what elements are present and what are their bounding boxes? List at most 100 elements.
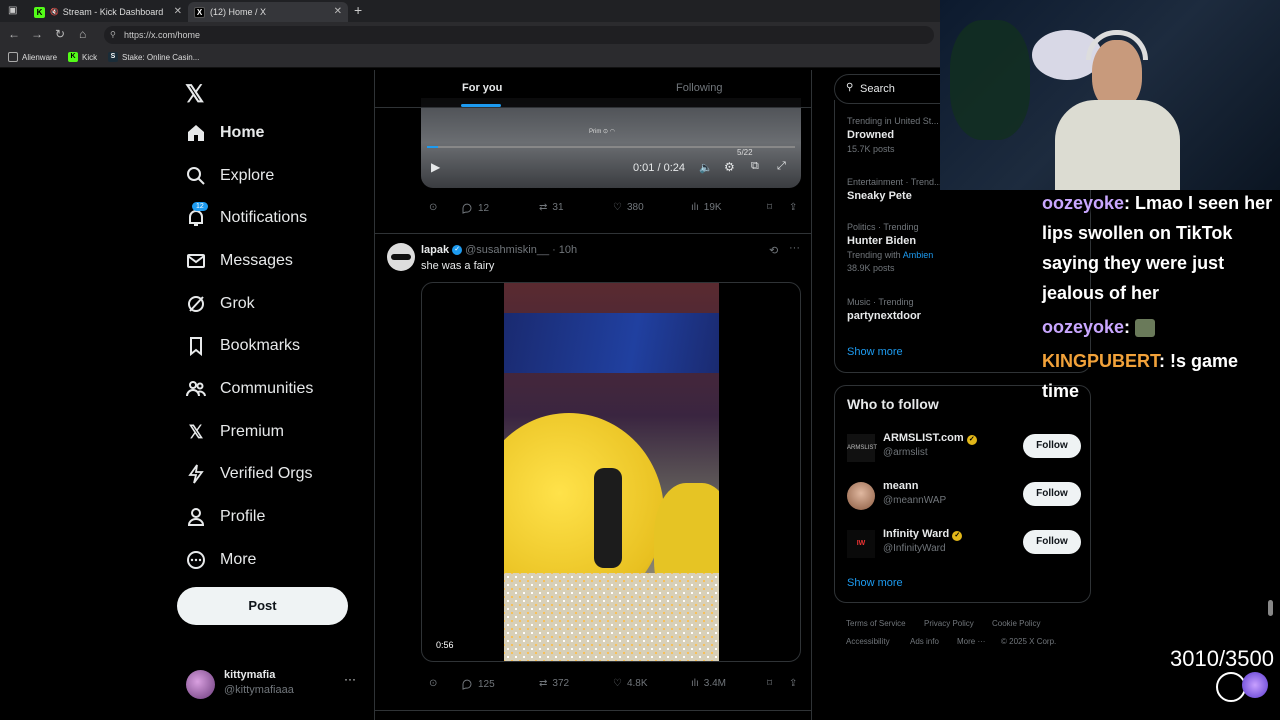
follow-suggestion[interactable]: ARMSLIST ARMSLIST.com ✓ @armslist Follow [847, 430, 1083, 470]
tab-x-home[interactable]: X (12) Home / X ✕ [188, 2, 348, 22]
picture-in-picture-icon[interactable]: ⧉ [751, 160, 759, 173]
footer-link[interactable]: Privacy Policy [924, 619, 974, 628]
reply-button[interactable]: 125 [461, 678, 495, 690]
nav-bookmarks[interactable]: Bookmarks [186, 336, 300, 356]
trend-item[interactable]: Music · Trending partynextdoor [847, 297, 921, 322]
views-button[interactable]: ılı 19K [691, 202, 722, 213]
footer-more-link[interactable]: More ··· [957, 637, 985, 646]
reply-button[interactable]: 12 [461, 202, 489, 214]
bell-icon: 12 [186, 202, 208, 228]
trend-item[interactable]: Politics · Trending Hunter Biden Trendin… [847, 222, 933, 273]
nav-notifications[interactable]: 12 Notifications [186, 202, 307, 228]
url-field[interactable]: ⚲ https://x.com/home [104, 26, 934, 44]
author-name[interactable]: lapak [421, 244, 449, 256]
nav-label: Communities [220, 380, 314, 397]
video-progress-fill [427, 146, 439, 148]
assistant-orb-icon[interactable] [1242, 672, 1268, 698]
account-name: kittymafia [224, 669, 276, 681]
home-browser-icon[interactable]: ⌂ [79, 27, 86, 41]
settings-gear-icon[interactable]: ⚙ [724, 160, 735, 174]
post-actions: ⊙ 12 ⇄ 31 ♡ 380 ılı 19K ⌑ ⇪ [427, 200, 807, 220]
nav-communities[interactable]: Communities [186, 379, 313, 399]
nav-home[interactable]: Home [186, 123, 264, 143]
reload-icon[interactable]: ↻ [55, 27, 65, 41]
nav-more[interactable]: More [186, 550, 256, 570]
folder-icon [8, 52, 18, 62]
follow-suggestion[interactable]: meann @meannWAP Follow [847, 478, 1083, 518]
x-logo-icon[interactable]: 𝕏 [185, 80, 204, 109]
shirt-shape [1055, 100, 1180, 190]
avatar[interactable] [387, 243, 415, 271]
muted-speaker-icon[interactable]: 🔇 [50, 8, 59, 16]
site-info-icon[interactable]: ⚲ [110, 26, 116, 44]
nav-premium[interactable]: 𝕏 Premium [186, 422, 284, 442]
more-circle-icon [186, 550, 206, 570]
account-switcher[interactable]: kittymafia @kittymafiaaa ··· [186, 668, 366, 700]
bookmark-icon[interactable]: ⌑ [767, 678, 772, 689]
follow-button[interactable]: Follow [1023, 434, 1081, 458]
video-player[interactable]: 0:56 [421, 282, 801, 662]
more-horizontal-icon[interactable]: ··· [344, 672, 356, 686]
trending-with-link[interactable]: Ambien [903, 250, 934, 260]
share-icon[interactable]: ⇪ [789, 678, 797, 689]
fullscreen-icon[interactable]: ⤢ [777, 160, 786, 173]
bookmark-stake[interactable]: S Stake: Online Casin... [108, 52, 199, 62]
bookmark-alienware[interactable]: Alienware [8, 52, 57, 62]
author-handle[interactable]: @susahmiskin__ [465, 244, 549, 256]
close-tab-icon[interactable]: ✕ [174, 6, 182, 17]
nav-grok[interactable]: Grok [186, 294, 255, 314]
repost-button[interactable]: ⇄ 372 [539, 678, 569, 689]
footer-link[interactable]: Ads info [910, 637, 939, 646]
heart-icon: ♡ [613, 678, 622, 689]
bookmark-kick[interactable]: K Kick [68, 52, 97, 62]
like-button[interactable]: ♡ 4.8K [613, 678, 648, 689]
tab-menu-icon[interactable]: ▣ [8, 5, 17, 16]
play-circle-icon[interactable]: ⊙ [429, 678, 437, 689]
like-button[interactable]: ♡ 380 [613, 202, 644, 213]
nav-profile[interactable]: Profile [186, 507, 265, 527]
footer-link[interactable]: Terms of Service [846, 619, 906, 628]
share-icon[interactable]: ⇪ [789, 202, 797, 213]
trend-name: Drowned [847, 129, 895, 141]
mute-icon[interactable]: 🔈 [699, 161, 713, 174]
footer-link[interactable]: Accessibility [846, 637, 890, 646]
trend-item[interactable]: Trending in United St... Drowned 15.7K p… [847, 116, 939, 154]
like-count: 380 [626, 202, 644, 213]
nav-explore[interactable]: Explore [186, 166, 274, 186]
bookmark-icon[interactable]: ⌑ [767, 202, 772, 213]
follow-button[interactable]: Follow [1023, 482, 1081, 506]
grok-icon [186, 294, 206, 314]
post-button[interactable]: Post [177, 587, 348, 625]
follow-button[interactable]: Follow [1023, 530, 1081, 554]
nav-verified-orgs[interactable]: Verified Orgs [186, 464, 312, 484]
views-button[interactable]: ılı 3.4M [691, 678, 726, 689]
forward-icon[interactable]: → [31, 27, 43, 41]
trend-item[interactable]: Entertainment · Trend... Sneaky Pete [847, 177, 942, 202]
play-circle-icon[interactable]: ⊙ [429, 202, 437, 213]
post-time[interactable]: 10h [559, 244, 577, 256]
video-player[interactable]: Prim ⊙ ◠ 5/22 ▶ 0:01 / 0:24 🔈 ⚙ ⧉ ⤢ [421, 98, 801, 188]
grok-icon[interactable]: ⟲ [769, 244, 778, 257]
arena-banner [504, 313, 719, 373]
close-tab-icon[interactable]: ✕ [334, 6, 342, 17]
repost-icon: ⇄ [539, 202, 548, 213]
chat-message: oozeyoke: Lmao I seen her lips swollen o… [1042, 188, 1280, 308]
tab-following[interactable]: Following [676, 82, 722, 94]
page-scrollbar-thumb[interactable] [1268, 600, 1273, 616]
video-progress-track[interactable] [427, 146, 795, 148]
footer-link[interactable]: Cookie Policy [992, 619, 1040, 628]
back-icon[interactable]: ← [8, 27, 20, 41]
reply-icon [462, 679, 472, 690]
play-icon[interactable]: ▶ [431, 160, 440, 174]
nav-label: Bookmarks [220, 337, 301, 354]
tab-kick-dashboard[interactable]: K 🔇 Stream - Kick Dashboard ✕ [28, 2, 188, 22]
follow-suggestion[interactable]: IW Infinity Ward ✓ @InfinityWard Follow [847, 526, 1083, 566]
more-horizontal-icon[interactable]: ··· [789, 242, 800, 254]
show-more-link[interactable]: Show more [847, 577, 903, 589]
show-more-link[interactable]: Show more [847, 346, 903, 358]
nav-messages[interactable]: Messages [186, 251, 293, 271]
tab-for-you[interactable]: For you [462, 82, 502, 94]
repost-button[interactable]: ⇄ 31 [539, 202, 564, 213]
emote-icon [1135, 319, 1156, 338]
new-tab-icon[interactable]: + [354, 2, 362, 18]
